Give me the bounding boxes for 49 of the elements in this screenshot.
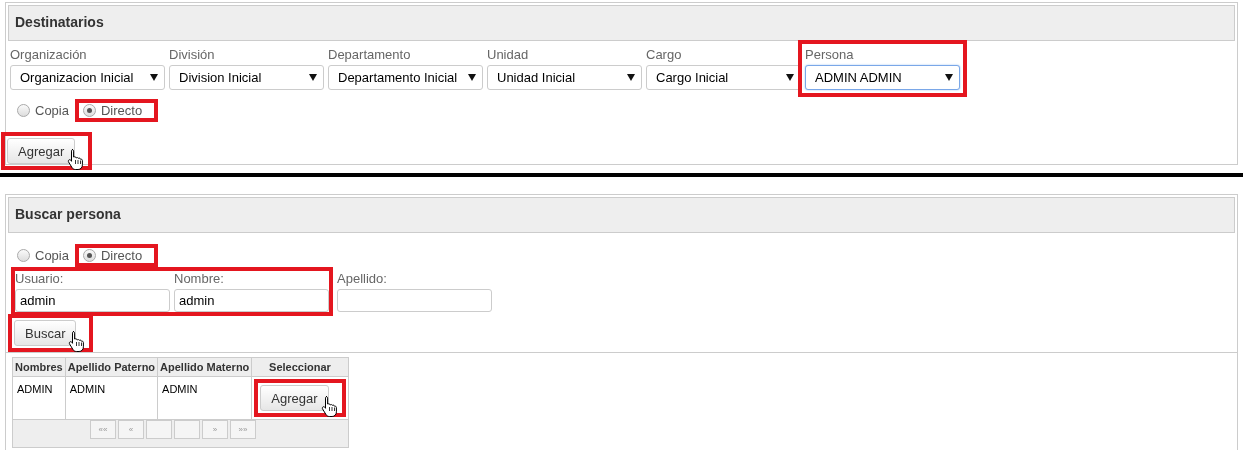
field-label: Unidad [487,47,530,63]
agregar-button[interactable]: Agregar [7,138,76,164]
dropdown-arrow-icon [468,74,476,81]
hand-cursor-icon [68,330,86,352]
dropdown[interactable]: Organizacion Inicial [10,65,165,90]
field-label: Persona [805,47,855,63]
dropdown-arrow-icon [150,74,158,81]
hand-cursor-icon [320,395,338,417]
page-button[interactable] [174,420,200,439]
dropdown[interactable]: Unidad Inicial [487,65,642,90]
dropdown-arrow-icon [945,74,953,81]
field-label: Nombre: [174,271,225,287]
field-label: División [169,47,216,63]
field-label: Apellido: [337,271,388,287]
agregar-button[interactable]: Agregar [260,385,329,411]
input-field[interactable] [337,289,492,312]
table-cell: ADMIN [12,376,66,420]
radio-button[interactable] [82,103,96,117]
radio-label: Directo [100,247,143,263]
table-cell: ADMIN [157,376,252,420]
dropdown[interactable]: Division Inicial [169,65,324,90]
input-field[interactable]: admin [174,289,329,312]
dropdown[interactable]: Departamento Inicial [328,65,483,90]
dropdown-arrow-icon [627,74,635,81]
dropdown[interactable]: Cargo Inicial [646,65,801,90]
buscar-button[interactable]: Buscar [14,320,77,346]
column-header: Seleccionar [251,357,349,377]
radio-button[interactable] [17,248,30,262]
input-field[interactable]: admin [15,289,170,312]
radio-label: Copia [35,247,69,263]
radio-label: Directo [100,102,143,118]
hand-cursor-icon [67,148,85,170]
radio-button[interactable] [17,103,30,117]
table-cell: ADMIN [65,376,158,420]
panel-header: Destinatarios [8,5,1235,41]
dropdown-arrow-icon [786,74,794,81]
radio-button[interactable] [82,248,96,262]
field-label: Usuario: [15,271,65,287]
column-header: Apellido Paterno [65,357,158,377]
field-label: Organización [10,47,88,63]
dropdown[interactable]: ADMIN ADMIN [805,65,960,90]
panel-header: Buscar persona [8,197,1235,233]
dropdown-arrow-icon [309,74,317,81]
field-label: Cargo [646,47,683,63]
column-header: Apellido Materno [157,357,252,377]
radio-label: Copia [35,102,69,118]
column-header: Nombres [12,357,66,377]
page-button[interactable] [146,420,172,439]
field-label: Departamento [328,47,412,63]
